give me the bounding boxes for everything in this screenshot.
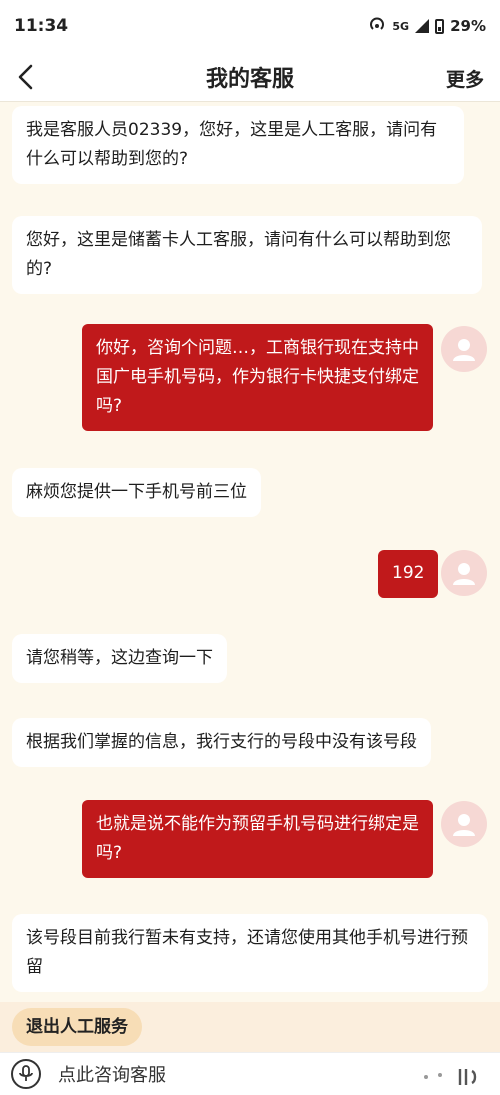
more-button[interactable]: 更多 — [446, 65, 484, 92]
chevron-left-icon — [18, 64, 33, 90]
battery-icon — [435, 18, 445, 34]
network-label: 5G — [392, 19, 410, 33]
signal-icon — [415, 19, 430, 33]
page-title: 我的客服 — [205, 66, 294, 92]
user-avatar — [441, 326, 487, 372]
message-bubble-user: 192 — [378, 550, 439, 598]
message-text: 根据我们掌握的信息，我行支行的号段中没有该号段 — [26, 732, 417, 752]
hotspot-icon — [368, 15, 386, 37]
microphone-icon — [19, 1065, 33, 1081]
consult-input[interactable]: 点此咨询客服 — [58, 1061, 166, 1087]
status-icons: 5G 29% — [368, 15, 486, 37]
message-bubble-agent: 您好，这里是储蓄卡人工客服，请问有什么可以帮助到您的? — [12, 216, 482, 294]
user-avatar — [441, 801, 487, 847]
back-button[interactable] — [8, 60, 42, 94]
quick-action-row: 退出人工服务 — [0, 1002, 500, 1052]
user-icon — [453, 814, 475, 836]
status-bar: 11:34 5G 29% — [0, 0, 500, 52]
message-text: 您好，这里是储蓄卡人工客服，请问有什么可以帮助到您的? — [26, 230, 451, 279]
chat-list[interactable]: 我是客服人员02339，您好，这里是人工客服，请问有什么可以帮助到您的? 您好，… — [0, 102, 500, 1002]
message-text: 192 — [392, 563, 425, 583]
battery-level: 29% — [450, 17, 486, 35]
watermark-logo-icon — [424, 1069, 477, 1085]
exit-human-service-button[interactable]: 退出人工服务 — [12, 1008, 142, 1046]
message-bubble-agent: 根据我们掌握的信息，我行支行的号段中没有该号段 — [12, 718, 431, 767]
message-text: 请您稍等，这边查询一下 — [26, 648, 213, 668]
message-text: 该号段目前我行暂未有支持，还请您使用其他手机号进行预留 — [26, 928, 468, 977]
message-text: 也就是说不能作为预留手机号码进行绑定是吗? — [96, 814, 419, 863]
user-icon — [453, 563, 475, 585]
user-icon — [453, 339, 475, 361]
message-text: 你好，咨询个问题…，工商银行现在支持中国广电手机号码，作为银行卡快捷支付绑定吗? — [96, 338, 419, 416]
message-bubble-agent: 该号段目前我行暂未有支持，还请您使用其他手机号进行预留 — [12, 914, 488, 992]
message-bubble-agent: 请您稍等，这边查询一下 — [12, 634, 227, 683]
message-text: 麻烦您提供一下手机号前三位 — [26, 482, 247, 502]
nav-bar: 我的客服 更多 — [0, 52, 500, 102]
message-bubble-agent: 我是客服人员02339，您好，这里是人工客服，请问有什么可以帮助到您的? — [12, 106, 464, 184]
voice-input-button[interactable] — [11, 1059, 41, 1089]
message-bubble-user: 你好，咨询个问题…，工商银行现在支持中国广电手机号码，作为银行卡快捷支付绑定吗? — [82, 324, 433, 431]
input-bar: 点此咨询客服 — [0, 1052, 500, 1095]
user-avatar — [441, 550, 487, 596]
message-text: 我是客服人员02339，您好，这里是人工客服，请问有什么可以帮助到您的? — [26, 120, 438, 169]
message-bubble-agent: 麻烦您提供一下手机号前三位 — [12, 468, 261, 517]
message-bubble-user: 也就是说不能作为预留手机号码进行绑定是吗? — [82, 800, 433, 878]
status-time: 11:34 — [14, 16, 69, 36]
